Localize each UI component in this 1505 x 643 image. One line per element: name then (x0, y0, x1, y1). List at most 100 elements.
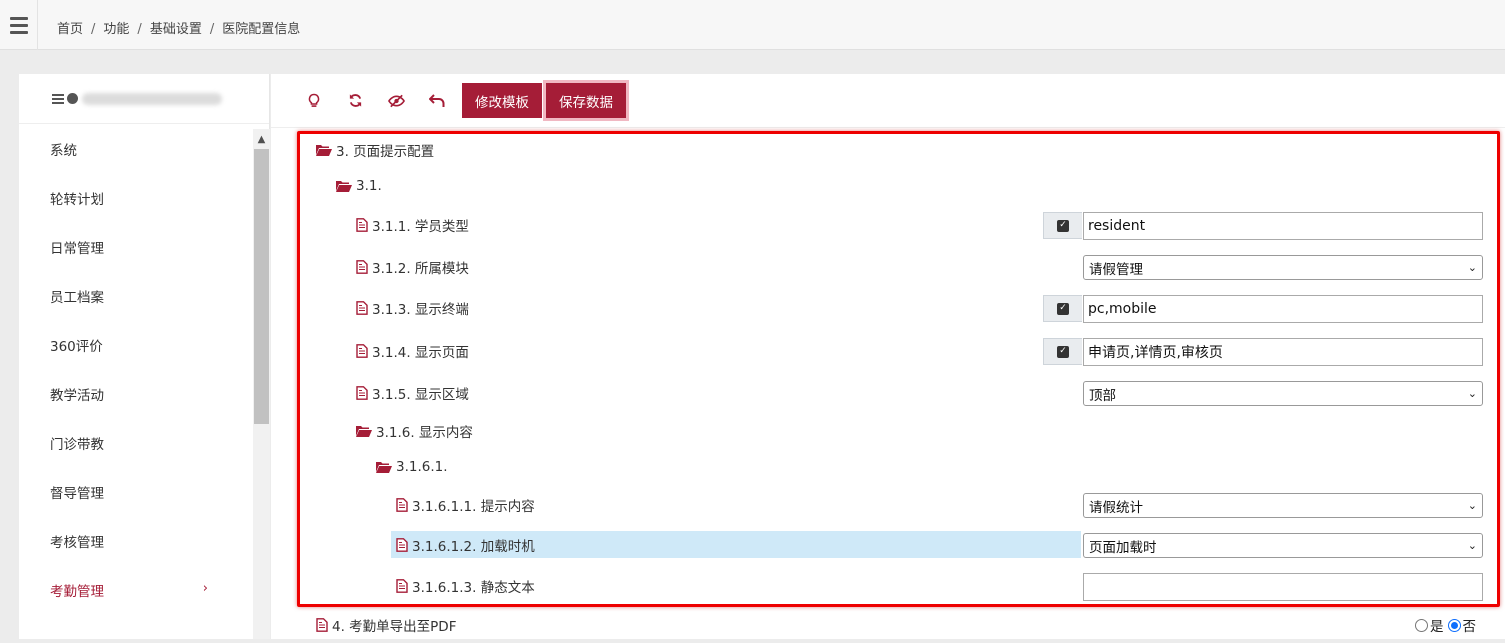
tree-node: 3. 页面提示配置 (271, 132, 1505, 168)
lightbulb-icon[interactable] (298, 85, 330, 117)
tree-node: 3.1.6.1.3. 静态文本 (271, 568, 1505, 604)
scrollbar-thumb[interactable] (254, 149, 269, 424)
tree-node-label: 3.1.6. 显示内容 (376, 425, 473, 441)
sidebar-item-staff-files[interactable]: 员工档案 (19, 271, 253, 320)
tree-node-label: 3.1. (356, 178, 382, 194)
display-page-input[interactable]: 申请页,详情页,审核页 (1083, 338, 1483, 366)
tree-node-label: 4. 考勤单导出至PDF (332, 619, 457, 635)
menu-toggle-button[interactable] (0, 0, 38, 50)
chevron-down-icon: ⌄ (1467, 499, 1477, 512)
file-icon (356, 301, 368, 315)
sidebar-item-label: 考勤管理 (50, 583, 104, 600)
scroll-up-arrow-icon[interactable]: ▲ (253, 131, 270, 147)
radio-no-label: 否 (1462, 619, 1477, 635)
tree-node-label: 3.1.6.1.1. 提示内容 (412, 499, 535, 515)
blurred-user-name (82, 92, 222, 105)
breadcrumb: 首页 / 功能 / 基础设置 / 医院配置信息 (57, 22, 301, 37)
sidebar-item-rotation-plan[interactable]: 轮转计划 (19, 173, 253, 222)
breadcrumb-home[interactable]: 首页 (57, 22, 83, 37)
sidebar-scrollbar[interactable]: ▲ (253, 129, 270, 639)
tree-node: 3.1.5. 显示区域 顶部 ⌄ (271, 375, 1505, 411)
tree-node-label: 3. 页面提示配置 (336, 144, 435, 160)
student-type-input[interactable]: resident (1083, 212, 1483, 240)
chevron-down-icon: ⌄ (1467, 261, 1477, 274)
tree-folder-node[interactable]: 3.1. (336, 168, 382, 204)
save-data-button[interactable]: 保存数据 (546, 83, 626, 118)
chevron-down-icon: ⌄ (1467, 387, 1477, 400)
sidebar-item-supervision[interactable]: 督导管理 (19, 467, 253, 516)
radio-yes[interactable] (1415, 618, 1428, 632)
checkbox-addon[interactable]: ✓ (1043, 295, 1082, 322)
tree-leaf-node[interactable]: 3.1.3. 显示终端 (356, 290, 469, 326)
tree-leaf-node[interactable]: 3.1.1. 学员类型 (356, 207, 469, 243)
tree-node-label: 3.1.5. 显示区域 (372, 387, 469, 403)
tree-leaf-node[interactable]: 3.1.4. 显示页面 (356, 333, 469, 369)
tree-leaf-node[interactable]: 3.1.6.1.2. 加载时机 (396, 527, 535, 563)
check-icon: ✓ (1057, 302, 1069, 315)
file-icon (396, 498, 408, 512)
checkbox-addon[interactable]: ✓ (1043, 212, 1082, 239)
check-icon: ✓ (1057, 219, 1069, 232)
display-area-select[interactable]: 顶部 ⌄ (1083, 381, 1483, 406)
display-terminal-input[interactable]: pc,mobile (1083, 295, 1483, 323)
tree-leaf-node[interactable]: 3.1.6.1.3. 静态文本 (396, 568, 535, 604)
file-icon (396, 579, 408, 593)
tree-leaf-node[interactable]: 4. 考勤单导出至PDF (316, 607, 456, 643)
checkbox-addon[interactable]: ✓ (1043, 338, 1082, 365)
prompt-content-select[interactable]: 请假统计 ⌄ (1083, 493, 1483, 518)
module-select[interactable]: 请假管理 ⌄ (1083, 255, 1483, 280)
tree-node-label: 3.1.6.1.3. 静态文本 (412, 580, 535, 596)
tree-node: 3.1.2. 所属模块 请假管理 ⌄ (271, 249, 1505, 285)
breadcrumb-current: 医院配置信息 (222, 22, 301, 37)
sidebar-item-360-evaluation[interactable]: 360评价 (19, 320, 253, 369)
load-timing-select[interactable]: 页面加载时 ⌄ (1083, 533, 1483, 558)
sidebar-item-outpatient-teaching[interactable]: 门诊带教 (19, 418, 253, 467)
tree-node-selected: 3.1.6.1.2. 加载时机 页面加载时 ⌄ (271, 527, 1505, 563)
status-dot-icon (67, 93, 78, 104)
file-icon (396, 538, 408, 552)
refresh-icon[interactable] (339, 85, 371, 117)
radio-yes-label: 是 (1430, 619, 1444, 635)
tree-node: 3.1.6.1.1. 提示内容 请假统计 ⌄ (271, 487, 1505, 523)
undo-icon[interactable] (421, 85, 453, 117)
tree-leaf-node[interactable]: 3.1.2. 所属模块 (356, 249, 469, 285)
tree-leaf-node[interactable]: 3.1.5. 显示区域 (356, 375, 469, 411)
tree-node-label: 3.1.6.1. (396, 459, 448, 475)
sidebar-item-attendance[interactable]: 考勤管理 › (19, 565, 253, 614)
folder-open-icon (376, 461, 392, 473)
list-icon (52, 93, 64, 104)
sidebar-item-daily-management[interactable]: 日常管理 (19, 222, 253, 271)
breadcrumb-basic-settings[interactable]: 基础设置 (150, 22, 202, 37)
sidebar-item-system[interactable]: 系统 (19, 124, 253, 173)
select-value: 顶部 (1089, 387, 1116, 404)
eye-slash-icon[interactable] (380, 85, 412, 117)
tree-node: 3.1.4. 显示页面 ✓ 申请页,详情页,审核页 (271, 333, 1505, 369)
toolbar: 修改模板 保存数据 (271, 74, 1505, 128)
sidebar-item-teaching-activities[interactable]: 教学活动 (19, 369, 253, 418)
tree-node: 3.1.6.1. (271, 449, 1505, 485)
tree-leaf-node[interactable]: 3.1.6.1.1. 提示内容 (396, 487, 535, 523)
sidebar: 系统 轮转计划 日常管理 员工档案 360评价 教学活动 门诊带教 督导管理 考… (19, 74, 270, 639)
sidebar-item-assessment[interactable]: 考核管理 (19, 516, 253, 565)
static-text-input[interactable] (1083, 573, 1483, 601)
tree-folder-node[interactable]: 3.1.6. 显示内容 (356, 413, 473, 449)
tree-node: 3.1. (271, 168, 1505, 204)
tree-folder-node[interactable]: 3. 页面提示配置 (316, 132, 434, 168)
tree-node: 3.1.3. 显示终端 ✓ pc,mobile (271, 290, 1505, 326)
tree-node-label: 3.1.3. 显示终端 (372, 302, 469, 318)
select-value: 页面加载时 (1089, 539, 1157, 556)
radio-no[interactable] (1447, 618, 1461, 632)
tree-folder-node[interactable]: 3.1.6.1. (376, 449, 448, 485)
chevron-right-icon: › (202, 581, 208, 596)
tree-node: 3.1.6. 显示内容 (271, 413, 1505, 449)
edit-template-button[interactable]: 修改模板 (462, 83, 542, 118)
folder-open-icon (336, 180, 352, 192)
breadcrumb-function[interactable]: 功能 (103, 22, 129, 37)
top-bar: 首页 / 功能 / 基础设置 / 医院配置信息 (0, 0, 1505, 50)
sidebar-menu: 系统 轮转计划 日常管理 员工档案 360评价 教学活动 门诊带教 督导管理 考… (19, 124, 253, 614)
export-pdf-radio-group: 是 否 (1415, 615, 1476, 635)
check-icon: ✓ (1057, 345, 1069, 358)
folder-open-icon (316, 144, 332, 156)
tree-node-label: 3.1.4. 显示页面 (372, 345, 469, 361)
hamburger-icon (9, 15, 28, 36)
